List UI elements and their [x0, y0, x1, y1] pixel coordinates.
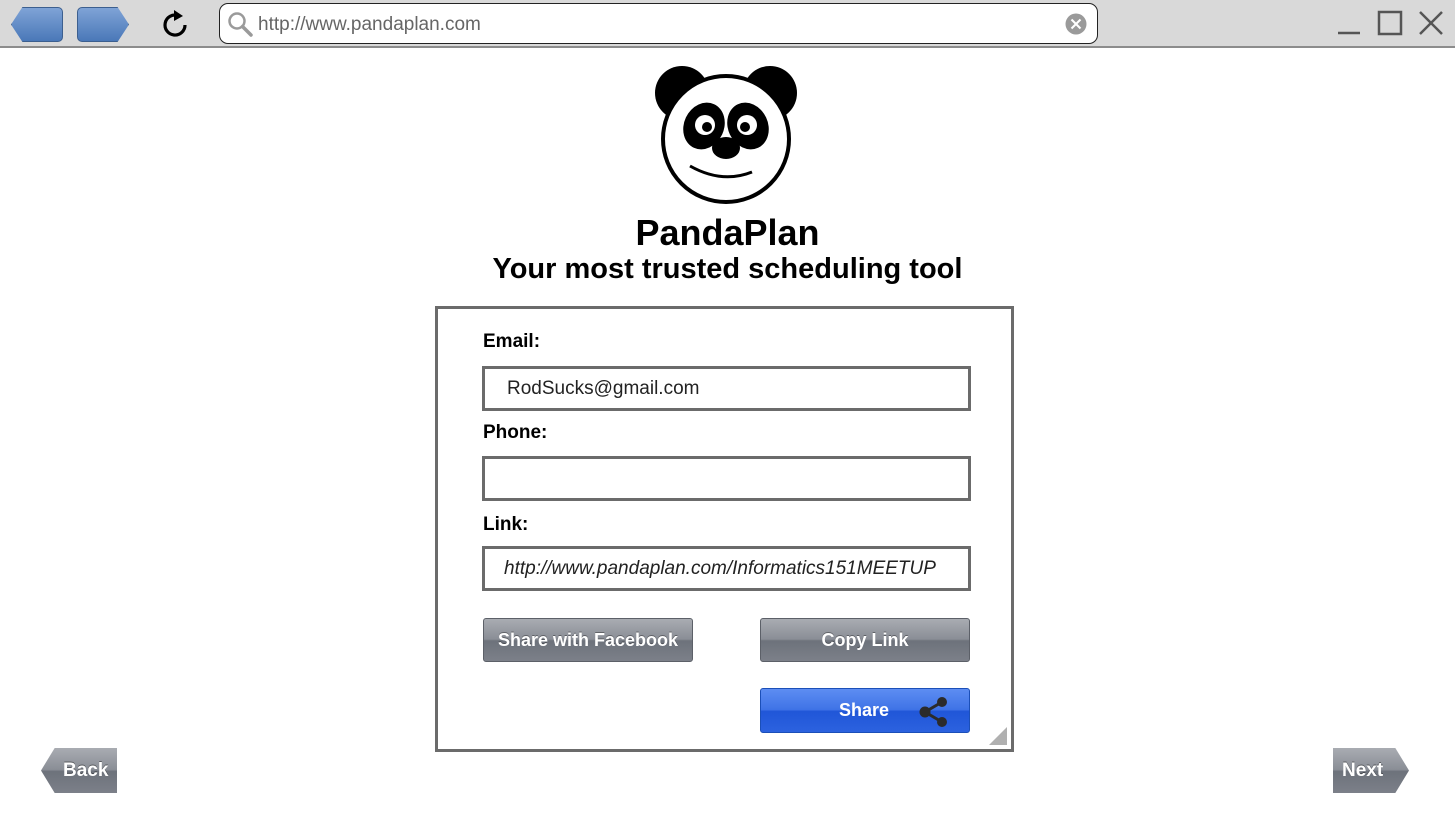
browser-back-button[interactable] [11, 7, 63, 42]
next-button[interactable]: Next [1333, 748, 1409, 793]
share-button[interactable]: Share [760, 688, 970, 733]
maximize-icon[interactable] [1377, 10, 1403, 36]
url-text[interactable]: http://www.pandaplan.com [258, 14, 481, 36]
clear-icon[interactable] [1065, 13, 1087, 35]
link-field[interactable] [482, 546, 971, 591]
email-label: Email: [483, 331, 541, 352]
close-icon[interactable] [1418, 10, 1444, 36]
search-icon [228, 12, 253, 37]
phone-label: Phone: [483, 422, 548, 443]
reload-icon[interactable] [158, 8, 192, 42]
browser-forward-button[interactable] [77, 7, 129, 42]
resize-grip-icon[interactable] [989, 727, 1007, 745]
browser-toolbar: http://www.pandaplan.com [0, 0, 1455, 48]
share-panel: Email: Phone: Link: Share with Facebook … [435, 306, 1014, 752]
app-tagline: Your most trusted scheduling tool [492, 253, 963, 285]
share-with-facebook-button[interactable]: Share with Facebook [483, 618, 693, 662]
copy-link-button[interactable]: Copy Link [760, 618, 970, 662]
address-bar[interactable]: http://www.pandaplan.com [219, 3, 1098, 44]
phone-field[interactable] [482, 456, 971, 501]
email-field[interactable] [482, 366, 971, 411]
back-button[interactable]: Back [41, 748, 117, 793]
minimize-icon[interactable] [1336, 10, 1362, 36]
panda-logo [655, 66, 797, 204]
share-icon [919, 697, 947, 727]
app-title: PandaPlan [635, 212, 820, 253]
link-label: Link: [483, 514, 529, 535]
